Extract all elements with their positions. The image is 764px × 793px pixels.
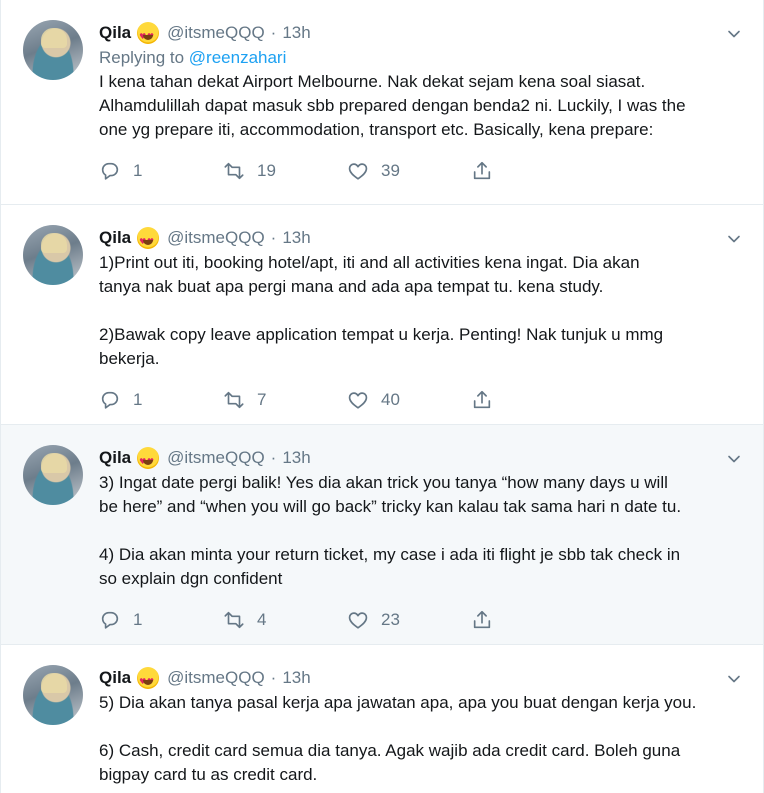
tweet[interactable]: Qila @itsmeQQQ · 13h Replying to @reenza…: [1, 0, 763, 205]
reply-count: 1: [133, 390, 143, 409]
tweet-header: Qila @itsmeQQQ · 13h: [99, 665, 741, 693]
tweet-text: 1)Print out iti, booking hotel/apt, iti …: [99, 253, 664, 368]
tweet-text: I kena tahan dekat Airport Melbourne. Na…: [99, 72, 686, 139]
separator: ·: [270, 448, 277, 467]
share-button[interactable]: [471, 160, 511, 182]
timestamp[interactable]: 13h: [282, 22, 310, 44]
reply-icon: [101, 162, 119, 180]
user-handle[interactable]: @itsmeQQQ: [167, 667, 265, 689]
reply-button[interactable]: 1: [99, 160, 223, 182]
tweet-actions: 1 19 39: [99, 142, 741, 200]
like-button[interactable]: 23: [347, 609, 471, 631]
tweet-thread: Qila @itsmeQQQ · 13h Replying to @reenza…: [0, 0, 764, 793]
avatar[interactable]: [23, 665, 83, 725]
tweet[interactable]: Qila @itsmeQQQ · 13h 5) Dia akan tanya p…: [1, 645, 763, 793]
like-count: 40: [381, 390, 400, 409]
retweet-count: 4: [257, 610, 267, 629]
separator: ·: [270, 228, 277, 247]
chevron-down-icon[interactable]: [727, 452, 741, 466]
star-struck-emoji-icon: [137, 227, 160, 253]
tweet-actions: 1 7 40: [99, 371, 741, 429]
retweet-icon: [224, 611, 244, 629]
heart-icon: [348, 392, 368, 409]
display-name[interactable]: Qila: [99, 227, 131, 249]
heart-icon: [348, 163, 368, 180]
tweet-text: 3) Ingat date pergi balik! Yes dia akan …: [99, 473, 682, 588]
timestamp[interactable]: 13h: [282, 667, 310, 689]
heart-icon: [348, 612, 368, 629]
retweet-button[interactable]: 19: [223, 160, 347, 182]
tweet-header: Qila @itsmeQQQ · 13h: [99, 20, 741, 48]
reply-icon: [101, 611, 119, 629]
reply-button[interactable]: 1: [99, 389, 223, 411]
like-count: 39: [381, 161, 400, 180]
retweet-count: 19: [257, 161, 276, 180]
retweet-count: 7: [257, 390, 267, 409]
user-handle[interactable]: @itsmeQQQ: [167, 22, 265, 44]
replying-to: Replying to @reenzahari: [99, 46, 741, 70]
retweet-button[interactable]: 7: [223, 389, 347, 411]
reply-button[interactable]: 1: [99, 609, 223, 631]
chevron-down-icon[interactable]: [727, 672, 741, 686]
star-struck-emoji-icon: [137, 447, 160, 473]
like-button[interactable]: 40: [347, 389, 471, 411]
share-button[interactable]: [471, 609, 511, 631]
avatar[interactable]: [23, 225, 83, 285]
reply-count: 1: [133, 161, 143, 180]
tweet-actions: 1 4 23: [99, 591, 741, 649]
avatar[interactable]: [23, 445, 83, 505]
separator: ·: [270, 23, 277, 42]
timestamp[interactable]: 13h: [282, 227, 310, 249]
chevron-down-icon[interactable]: [727, 27, 741, 41]
share-button[interactable]: [471, 389, 511, 411]
share-icon: [473, 161, 491, 180]
user-handle[interactable]: @itsmeQQQ: [167, 227, 265, 249]
timestamp[interactable]: 13h: [282, 447, 310, 469]
tweet-content: Qila @itsmeQQQ · 13h 5) Dia akan tanya p…: [99, 665, 741, 793]
like-button[interactable]: 39: [347, 160, 471, 182]
tweet[interactable]: Qila @itsmeQQQ · 13h 1)Print out iti, bo…: [1, 205, 763, 425]
reply-count: 1: [133, 610, 143, 629]
like-count: 23: [381, 610, 400, 629]
retweet-icon: [224, 162, 244, 180]
retweet-button[interactable]: 4: [223, 609, 347, 631]
user-handle[interactable]: @itsmeQQQ: [167, 447, 265, 469]
replying-to-prefix: Replying to: [99, 48, 189, 67]
tweet-text: 5) Dia akan tanya pasal kerja apa jawata…: [99, 693, 697, 784]
reply-icon: [101, 391, 119, 409]
star-struck-emoji-icon: [137, 667, 160, 693]
chevron-down-icon[interactable]: [727, 232, 741, 246]
separator: ·: [270, 668, 277, 687]
replying-to-link[interactable]: @reenzahari: [189, 48, 287, 67]
display-name[interactable]: Qila: [99, 22, 131, 44]
star-struck-emoji-icon: [137, 22, 160, 48]
share-icon: [473, 390, 491, 409]
tweet[interactable]: Qila @itsmeQQQ · 13h 3) Ingat date pergi…: [1, 425, 763, 645]
tweet-header: Qila @itsmeQQQ · 13h: [99, 225, 741, 253]
tweet-content: Qila @itsmeQQQ · 13h 1)Print out iti, bo…: [99, 225, 741, 424]
display-name[interactable]: Qila: [99, 667, 131, 689]
display-name[interactable]: Qila: [99, 447, 131, 469]
tweet-content: Qila @itsmeQQQ · 13h 3) Ingat date pergi…: [99, 445, 741, 644]
avatar[interactable]: [23, 20, 83, 80]
retweet-icon: [224, 391, 244, 409]
tweet-header: Qila @itsmeQQQ · 13h: [99, 445, 741, 473]
tweet-content: Qila @itsmeQQQ · 13h Replying to @reenza…: [99, 20, 741, 204]
share-icon: [473, 610, 491, 629]
